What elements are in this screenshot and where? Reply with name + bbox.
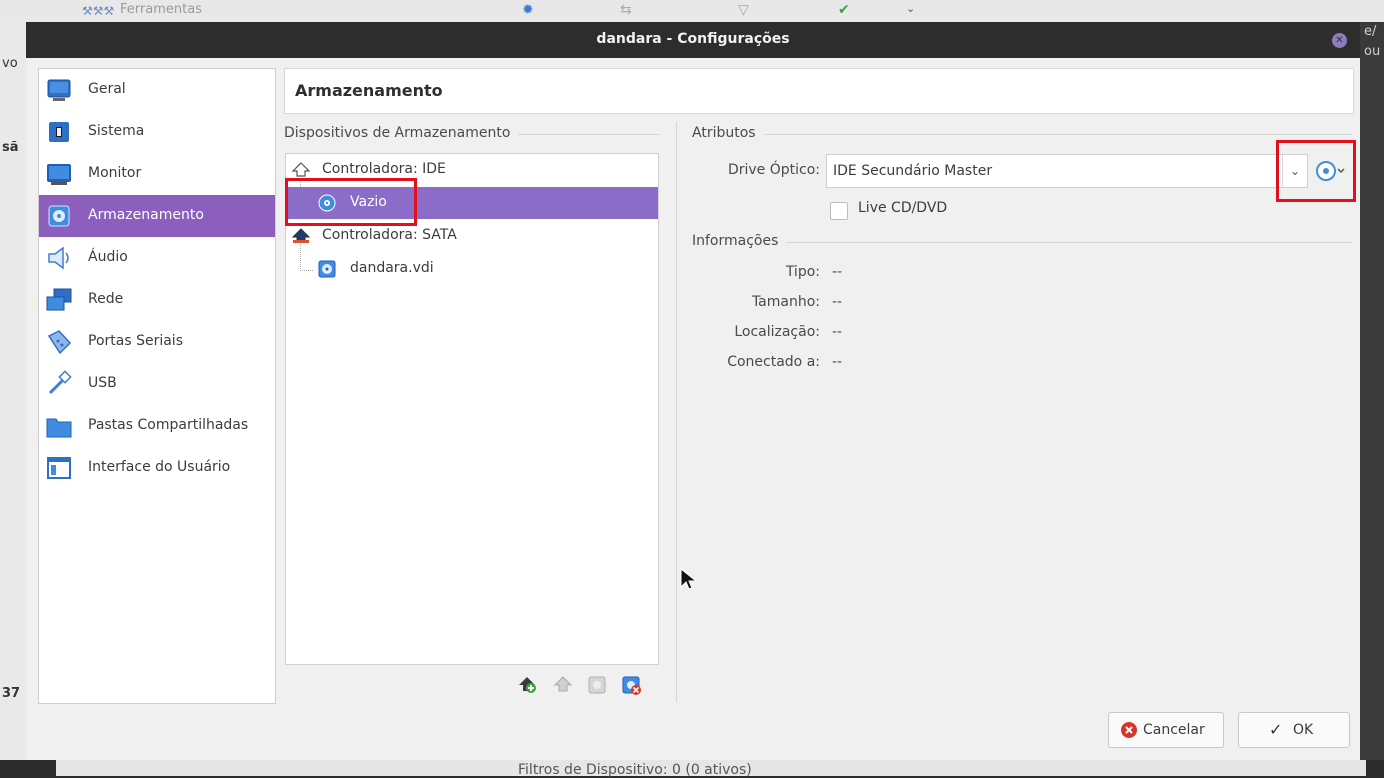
storage-tree[interactable]: Controladora: IDE Vazio Controladora: SA… (285, 153, 659, 665)
sidebar-item-label: Monitor (88, 165, 142, 181)
ok-label: OK (1293, 722, 1314, 738)
monitor-icon (47, 164, 71, 185)
group-divider (692, 242, 1352, 243)
sidebar-item-user-interface[interactable]: Interface do Usuário (39, 447, 275, 489)
info-size-label: Tamanho: (751, 294, 820, 310)
add-controller-icon[interactable] (516, 674, 538, 696)
page-header: Armazenamento (284, 68, 1354, 114)
info-attached-label: Conectado a: (727, 354, 820, 370)
background-fragment: vo (2, 56, 18, 71)
system-icon (49, 122, 69, 142)
info-location-label: Localização: (734, 324, 820, 340)
live-cd-checkbox[interactable] (830, 202, 848, 220)
cancel-button[interactable]: Cancelar (1108, 712, 1224, 748)
group-divider (692, 134, 1352, 135)
info-type-label: Tipo: (785, 264, 820, 280)
user-interface-icon (47, 457, 71, 479)
background-left-panel: vo sã 37 (0, 22, 26, 760)
serial-ports-icon (47, 330, 72, 355)
sidebar-item-usb[interactable]: USB (39, 363, 275, 405)
sidebar-item-label: Portas Seriais (88, 333, 183, 349)
usb-icon (48, 370, 72, 395)
background-status: Filtros de Dispositivo: 0 (0 ativos) (56, 760, 1366, 778)
shared-folders-icon (46, 418, 72, 438)
storage-toolbar (516, 674, 656, 698)
optical-drive-select[interactable]: IDE Secundário Master ⌄ (826, 154, 1308, 188)
audio-icon (48, 246, 69, 270)
general-icon (47, 79, 71, 101)
info-location-value: -- (832, 324, 843, 340)
ok-button[interactable]: ✓ OK (1238, 712, 1350, 748)
live-cd-label[interactable]: Live CD/DVD (858, 200, 947, 216)
page-title: Armazenamento (295, 81, 443, 100)
settings-dialog: dandara - Configurações ✕ Geral Sistema … (26, 22, 1360, 760)
title-bar[interactable]: dandara - Configurações ✕ (26, 22, 1360, 58)
sidebar-item-serial-ports[interactable]: Portas Seriais (39, 321, 275, 363)
storage-devices-group-label: Dispositivos de Armazenamento (284, 125, 519, 141)
sidebar-item-audio[interactable]: Áudio (39, 237, 275, 279)
network-icon (46, 288, 72, 311)
sidebar-item-label: USB (88, 375, 117, 391)
info-type-value: -- (832, 264, 843, 280)
sata-controller-icon (292, 228, 310, 243)
highlight-box-empty-drive (285, 178, 417, 226)
discard-icon: ⇆ (620, 2, 632, 18)
window-title: dandara - Configurações (596, 31, 790, 47)
sidebar-item-system[interactable]: Sistema (39, 111, 275, 153)
settings-icon: ✹ (522, 2, 534, 18)
add-attachment-icon[interactable] (586, 674, 608, 696)
tree-item-label: dandara.vdi (350, 260, 434, 276)
hard-disk-icon (318, 260, 336, 278)
sidebar-item-monitor[interactable]: Monitor (39, 153, 275, 195)
chevron-down-icon: ⌄ (906, 2, 916, 15)
panel-divider (676, 122, 677, 702)
sidebar-item-label: Pastas Compartilhadas (88, 417, 249, 433)
close-icon[interactable]: ✕ (1332, 33, 1347, 48)
start-icon: ✔ (838, 2, 850, 18)
optical-drive-value: IDE Secundário Master (833, 163, 993, 179)
optical-drive-label: Drive Óptico: (727, 162, 820, 178)
mouse-cursor-icon (680, 568, 696, 590)
background-toolbar: ⚒⚒⚒ Ferramentas ✹ ⇆ ▽ ✔ ⌄ (0, 0, 1384, 22)
tree-item-label: Controladora: IDE (322, 161, 446, 177)
info-attached-value: -- (832, 354, 843, 370)
highlight-box-disc-button (1276, 140, 1356, 202)
background-fragment: 37 (2, 686, 21, 701)
sidebar-item-storage[interactable]: Armazenamento (39, 195, 275, 237)
storage-icon (48, 205, 70, 227)
sidebar-item-label: Geral (88, 81, 126, 97)
settings-sidebar: Geral Sistema Monitor Armazenamento Áudi… (38, 68, 276, 704)
remove-controller-icon[interactable] (552, 674, 574, 696)
background-fragment: ou (1364, 44, 1381, 59)
cancel-label: Cancelar (1143, 722, 1205, 738)
sidebar-item-network[interactable]: Rede (39, 279, 275, 321)
sidebar-item-label: Sistema (88, 123, 145, 139)
background-fragment: e/ (1364, 24, 1377, 39)
background-fragment: sã (2, 140, 19, 155)
tree-item-disk[interactable]: dandara.vdi (286, 253, 658, 285)
sidebar-item-label: Interface do Usuário (88, 459, 231, 475)
background-right-panel: e/ ou (1360, 22, 1384, 760)
sidebar-item-label: Áudio (88, 249, 128, 265)
cancel-icon (1121, 722, 1137, 738)
sidebar-item-general[interactable]: Geral (39, 69, 275, 111)
attributes-group-label: Atributos (692, 125, 764, 141)
tools-icon: ⚒⚒⚒ (82, 4, 115, 18)
sidebar-item-label: Rede (88, 291, 124, 307)
info-size-value: -- (832, 294, 843, 310)
sidebar-item-label: Armazenamento (88, 207, 204, 223)
tree-item-label: Controladora: SATA (322, 227, 457, 243)
tools-label: Ferramentas (120, 2, 202, 17)
show-icon: ▽ (738, 2, 749, 18)
check-icon: ✓ (1269, 720, 1283, 739)
info-group-label: Informações (692, 233, 787, 249)
sidebar-item-shared-folders[interactable]: Pastas Compartilhadas (39, 405, 275, 447)
remove-attachment-icon[interactable] (620, 674, 642, 696)
controller-icon (292, 162, 310, 177)
